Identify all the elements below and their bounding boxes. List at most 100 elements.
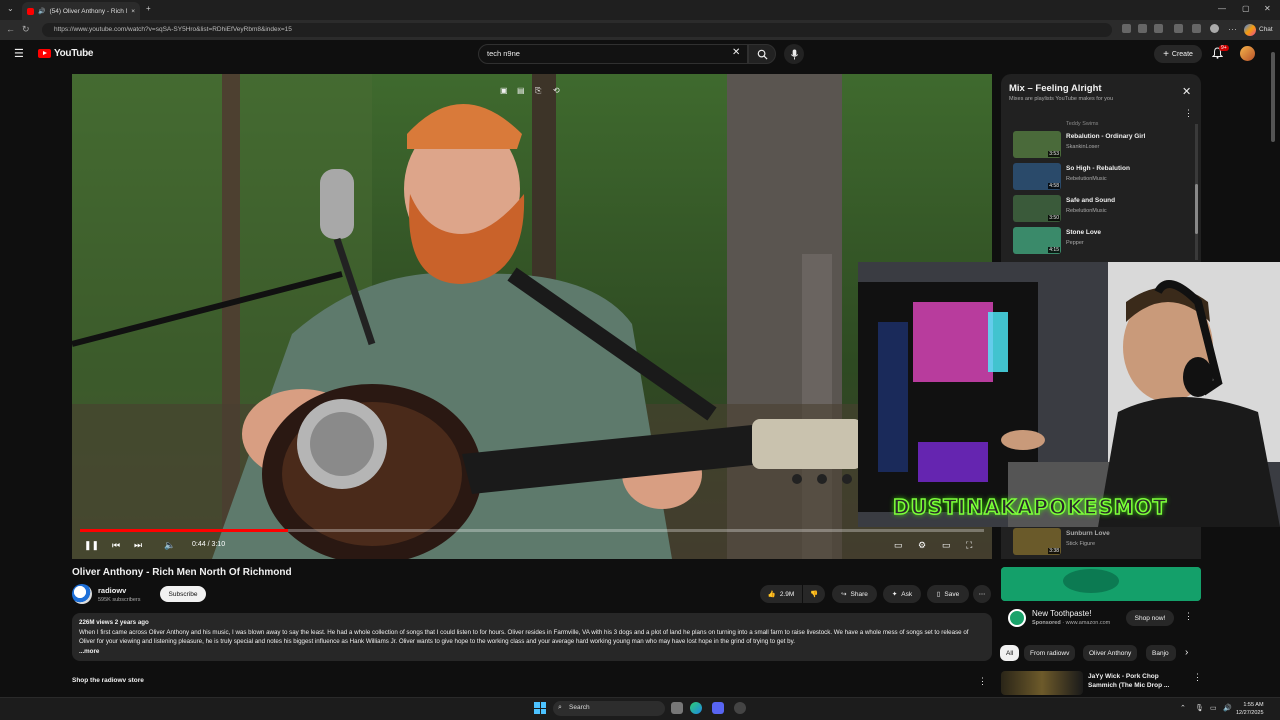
taskbar-search[interactable]: ⌕ Search (553, 701, 665, 716)
more-vert-icon[interactable]: ⋮ (1193, 672, 1202, 683)
chip-all[interactable]: All (1000, 645, 1020, 661)
discord-icon[interactable] (712, 702, 724, 714)
favorites-icon[interactable] (1192, 24, 1201, 33)
description-box[interactable]: 226M views 2 years ago When I first came… (72, 613, 992, 661)
recommended-title[interactable]: JaYy Wick - Pork Chop Sammich (The Mic D… (1088, 672, 1178, 690)
recommended-thumbnail[interactable] (1001, 671, 1083, 695)
duration-badge: 3:53 (1048, 151, 1060, 157)
hamburger-menu-icon[interactable]: ☰ (14, 47, 24, 60)
playlist-scrollbar[interactable] (1195, 124, 1198, 260)
subscribe-button[interactable]: Subscribe (160, 586, 206, 602)
theater-mode-icon[interactable]: ▭ (942, 540, 951, 551)
share-button[interactable]: ↪ Share (832, 585, 877, 603)
dislike-button[interactable]: 👎 (803, 585, 825, 603)
volume-tray-icon[interactable]: 🔊 (1223, 704, 1232, 712)
pause-icon[interactable]: ❚❚ (84, 540, 99, 551)
list-item[interactable]: 4:15 Stone Love Pepper (1013, 227, 1193, 257)
list-item[interactable]: 4:58 So High - Rebalution RebelutionMusi… (1013, 163, 1193, 193)
more-actions-button[interactable]: ⋯ (973, 585, 991, 603)
youtube-logo[interactable]: YouTube (38, 48, 94, 59)
profile-icon[interactable] (1210, 24, 1219, 33)
close-icon[interactable]: ✕ (1182, 85, 1191, 98)
item-title: Rebalution - Ordinary Girl (1066, 133, 1146, 140)
video-player[interactable]: ▣ ▤ ⎘ ⟲ ❚❚ ⏮ ⏭ 🔈 0:44 / 3:10 ▭ ⚙ ▭ ⛶ (72, 74, 992, 559)
menu-dots-icon[interactable]: ⋯ (1228, 24, 1237, 35)
taskbar-search-label: Search (569, 704, 590, 711)
extension-icon[interactable] (1122, 24, 1131, 33)
next-icon[interactable]: ⏭ (134, 540, 142, 551)
tray-chevron-icon[interactable]: ⌃ (1180, 704, 1186, 712)
copilot-icon[interactable] (1244, 24, 1256, 36)
scrollbar-thumb[interactable] (1271, 52, 1275, 142)
more-vert-icon[interactable]: ⋮ (978, 676, 987, 687)
url-field[interactable]: https://www.youtube.com/watch?v=sqSA-SY5… (42, 23, 1112, 37)
close-window-icon[interactable]: ✕ (1264, 4, 1271, 13)
video-thumbnail: 3:38 (1013, 528, 1061, 555)
partial-list-item[interactable]: Teddy Swims (1066, 121, 1098, 127)
captions-overlay-icon[interactable]: ▤ (517, 86, 525, 95)
chip-artist[interactable]: Oliver Anthony (1083, 645, 1138, 661)
task-view-icon[interactable] (671, 702, 683, 714)
tab-list-icon[interactable]: ⌄ (7, 4, 14, 13)
user-avatar[interactable] (1240, 46, 1255, 61)
ad-banner-image[interactable] (1001, 567, 1201, 601)
clear-search-icon[interactable]: ✕ (732, 47, 740, 58)
volume-icon[interactable]: 🔈 (164, 540, 175, 551)
duration-badge: 3:38 (1048, 548, 1060, 554)
reload-icon[interactable]: ↻ (22, 24, 30, 35)
new-tab-button[interactable]: + (146, 4, 151, 13)
more-vert-icon[interactable]: ⋮ (1184, 611, 1193, 622)
obs-icon[interactable] (734, 702, 746, 714)
voice-search-button[interactable] (784, 44, 804, 64)
chat-label[interactable]: Chat (1259, 26, 1273, 33)
list-item[interactable]: 3:53 Rebalution - Ordinary Girl SkankinL… (1013, 131, 1193, 161)
create-button[interactable]: + Create (1154, 45, 1202, 63)
more-vert-icon[interactable]: ⋮ (1184, 108, 1193, 119)
edge-browser-icon[interactable] (690, 702, 702, 714)
streamer-name: DUSTINAKAPOKESMOT (892, 494, 1168, 520)
list-item[interactable]: 3:38 Sunburn Love Stick Figure (1013, 528, 1193, 558)
extension-icon[interactable] (1174, 24, 1183, 33)
list-item[interactable]: 3:50 Safe and Sound RebelutionMusic (1013, 195, 1193, 225)
fullscreen-icon[interactable]: ⛶ (966, 540, 972, 551)
channel-avatar[interactable] (72, 584, 92, 604)
minimize-icon[interactable]: — (1218, 4, 1226, 13)
settings-gear-icon[interactable]: ⚙ (918, 540, 926, 551)
browser-tab[interactable]: 🔊 (54) Oliver Anthony - Rich Me × (22, 2, 140, 20)
system-clock[interactable]: 1:55 AM 12/27/2025 (1236, 701, 1264, 717)
save-button[interactable]: ▯ Save (927, 585, 969, 603)
show-more-link[interactable]: ...more (79, 647, 985, 657)
chip-banjo[interactable]: Banjo (1146, 645, 1176, 661)
like-button[interactable]: 👍 2.9M (760, 585, 802, 603)
shop-now-button[interactable]: Shop now! (1126, 610, 1174, 626)
display-tray-icon[interactable]: ▭ (1210, 704, 1217, 712)
mic-tray-icon[interactable]: 🎙 (1195, 704, 1204, 712)
mini-player-icon[interactable]: ▣ (500, 86, 508, 95)
windows-start-icon[interactable] (534, 702, 546, 714)
sponsored-label: Sponsored (1032, 620, 1061, 626)
search-button[interactable] (748, 44, 776, 64)
extension-icon[interactable] (1154, 24, 1163, 33)
progress-bar[interactable] (80, 529, 984, 532)
channel-name[interactable]: radiowv (98, 586, 126, 595)
captions-icon[interactable]: ▭ (894, 540, 903, 551)
maximize-icon[interactable]: ▢ (1242, 4, 1250, 13)
ad-title[interactable]: New Toothpaste! (1032, 609, 1091, 618)
previous-icon[interactable]: ⏮ (112, 540, 120, 551)
bookmark-star-icon[interactable] (1138, 24, 1147, 33)
back-icon[interactable]: ← (6, 24, 15, 34)
tab-close-button[interactable]: × (131, 8, 135, 15)
player-controls: ❚❚ ⏮ ⏭ 🔈 0:44 / 3:10 ▭ ⚙ ▭ ⛶ (72, 536, 992, 556)
ask-button[interactable]: ✦ Ask (883, 585, 921, 603)
shop-store-link[interactable]: Shop the radiowv store (72, 677, 144, 684)
duration-badge: 4:15 (1048, 247, 1060, 253)
chip-from-channel[interactable]: From radiowv (1024, 645, 1076, 661)
loop-icon[interactable]: ⟲ (553, 86, 560, 95)
advertiser-icon[interactable] (1008, 609, 1026, 627)
screenshot-icon[interactable]: ⎘ (535, 86, 541, 96)
search-input[interactable]: tech n9ne (478, 44, 748, 64)
like-count: 2.9M (779, 590, 795, 598)
chevron-right-icon[interactable]: › (1185, 647, 1188, 658)
scrollbar-thumb[interactable] (1195, 184, 1198, 234)
page-scrollbar[interactable] (1270, 44, 1276, 694)
